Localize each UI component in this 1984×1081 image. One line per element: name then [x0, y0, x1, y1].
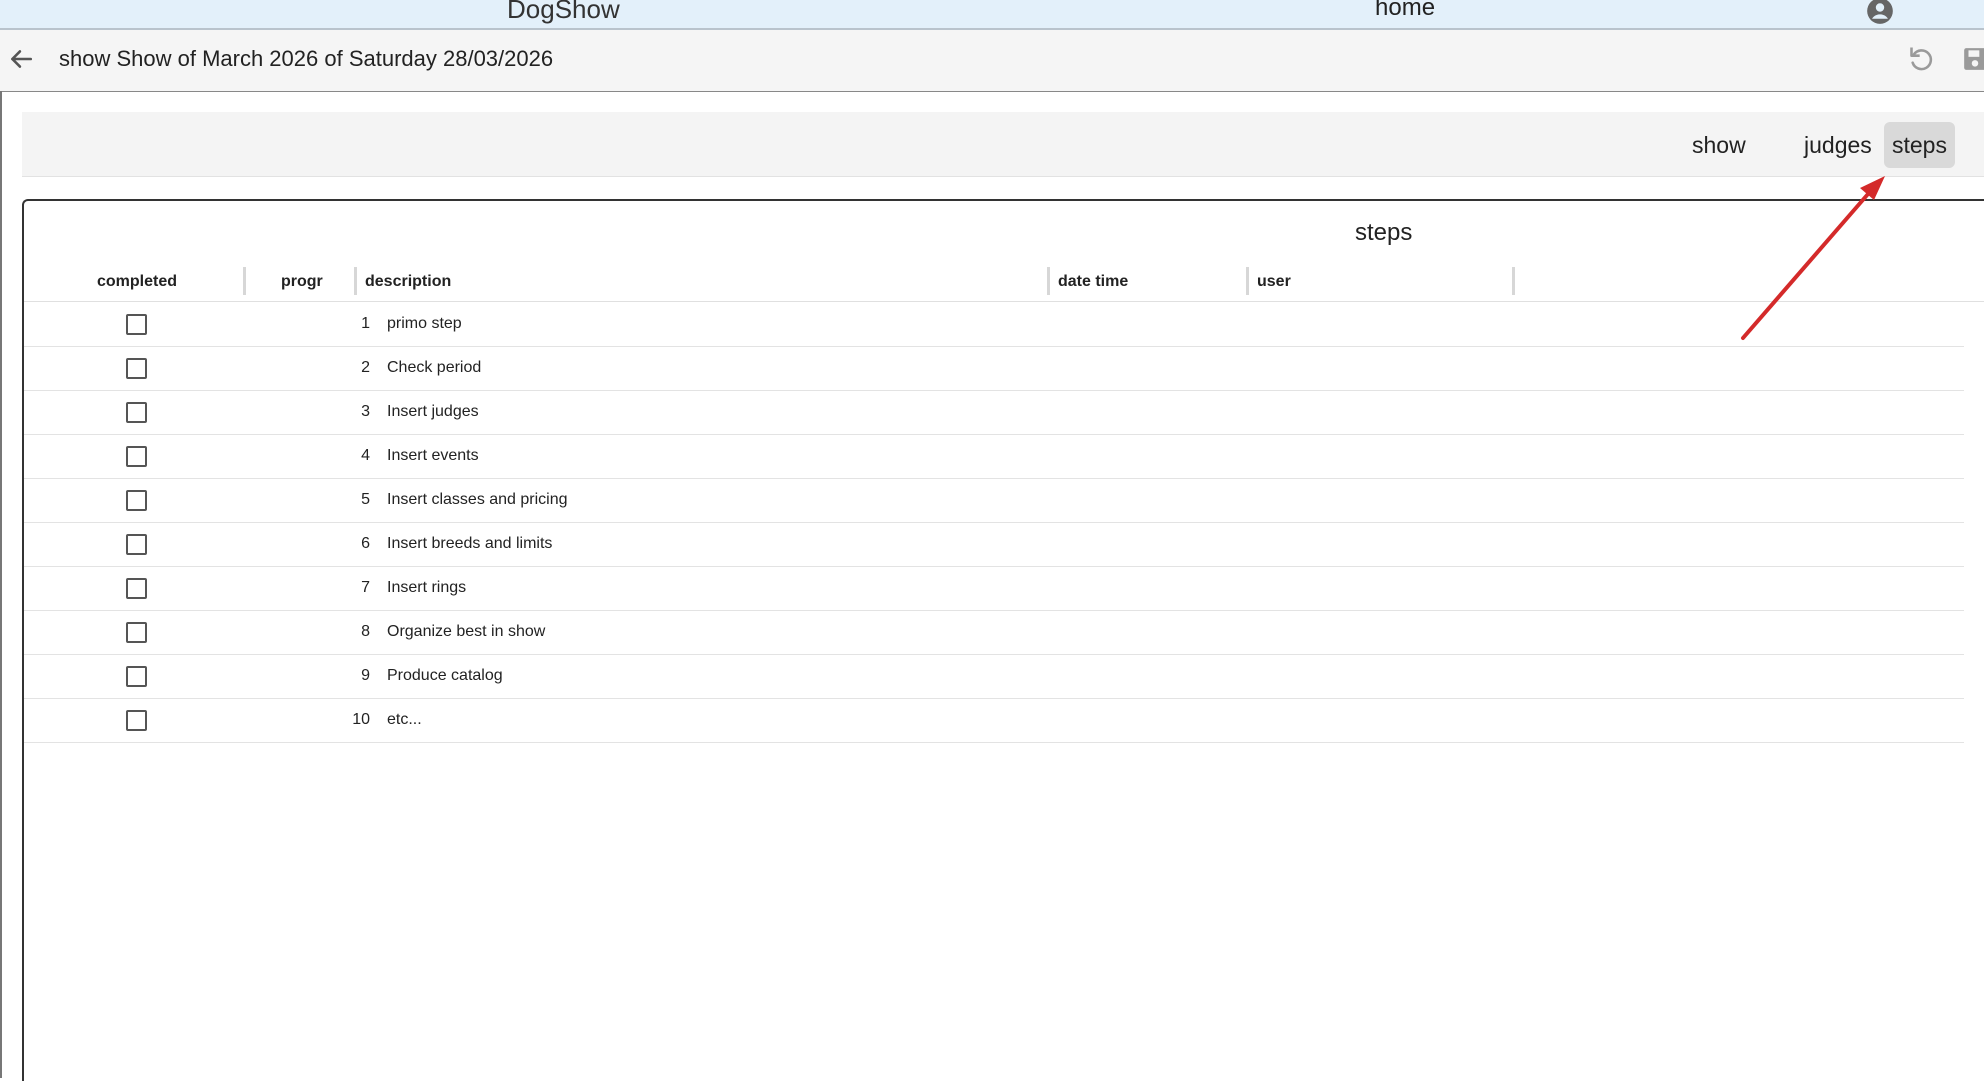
description-cell: etc...	[387, 711, 422, 728]
app-topbar: DogShow home	[0, 0, 1984, 30]
column-header-progr[interactable]: progr	[281, 273, 323, 291]
table-row[interactable]: 4 Insert events	[24, 434, 1964, 479]
column-resize-handle[interactable]	[1047, 267, 1050, 295]
description-cell: Check period	[387, 359, 482, 376]
column-header-user[interactable]: user	[1257, 273, 1291, 291]
tab-show[interactable]: show	[1684, 122, 1754, 168]
description-cell: Insert classes and pricing	[387, 491, 568, 508]
progr-cell: 9	[361, 667, 370, 684]
column-resize-handle[interactable]	[243, 267, 246, 295]
completed-checkbox[interactable]	[126, 446, 147, 467]
table-row[interactable]: 7 Insert rings	[24, 566, 1964, 611]
progr-cell: 7	[361, 579, 370, 596]
table-row[interactable]: 9 Produce catalog	[24, 654, 1964, 699]
column-resize-handle[interactable]	[1512, 267, 1515, 295]
grid-header: completed progr description date time us…	[24, 267, 1984, 302]
home-link[interactable]: home	[1375, 0, 1435, 22]
table-row[interactable]: 2 Check period	[24, 346, 1964, 391]
progr-cell: 5	[361, 491, 370, 508]
column-header-description[interactable]: description	[365, 273, 451, 291]
description-cell: Insert rings	[387, 579, 467, 596]
completed-checkbox[interactable]	[126, 578, 147, 599]
completed-checkbox[interactable]	[126, 622, 147, 643]
completed-checkbox[interactable]	[126, 358, 147, 379]
completed-checkbox[interactable]	[126, 402, 147, 423]
table-row[interactable]: 5 Insert classes and pricing	[24, 478, 1964, 523]
progr-cell: 2	[361, 359, 370, 376]
tab-bar: show judges steps	[22, 112, 1984, 177]
description-cell: Insert breeds and limits	[387, 535, 553, 552]
description-cell: Produce catalog	[387, 667, 503, 684]
column-header-date-time[interactable]: date time	[1058, 273, 1128, 291]
tab-steps[interactable]: steps	[1884, 122, 1955, 168]
save-icon[interactable]	[1962, 46, 1984, 72]
undo-icon[interactable]	[1908, 44, 1936, 72]
table-row[interactable]: 3 Insert judges	[24, 390, 1964, 435]
account-circle-icon[interactable]	[1866, 0, 1894, 25]
column-header-completed[interactable]: completed	[97, 273, 177, 291]
table-row[interactable]: 6 Insert breeds and limits	[24, 522, 1964, 567]
steps-panel: steps completed progr description date t…	[22, 199, 1984, 1081]
panel-title: steps	[1355, 219, 1413, 246]
progr-cell: 10	[352, 711, 370, 728]
description-cell: Insert judges	[387, 403, 479, 420]
progr-cell: 4	[361, 447, 370, 464]
page-header: show Show of March 2026 of Saturday 28/0…	[0, 30, 1984, 92]
progr-cell: 1	[361, 315, 370, 332]
completed-checkbox[interactable]	[126, 490, 147, 511]
column-resize-handle[interactable]	[1246, 267, 1249, 295]
completed-checkbox[interactable]	[126, 710, 147, 731]
table-row[interactable]: 8 Organize best in show	[24, 610, 1964, 655]
completed-checkbox[interactable]	[126, 534, 147, 555]
description-cell: Insert events	[387, 447, 479, 464]
completed-checkbox[interactable]	[126, 666, 147, 687]
app-title: DogShow	[507, 0, 620, 24]
page-title: show Show of March 2026 of Saturday 28/0…	[59, 46, 554, 71]
arrow-left-icon[interactable]	[8, 46, 34, 72]
table-row[interactable]: 10 etc...	[24, 698, 1964, 743]
table-row[interactable]: 1 primo step	[24, 302, 1964, 347]
description-cell: primo step	[387, 315, 462, 332]
tab-judges[interactable]: judges	[1796, 122, 1880, 168]
progr-cell: 8	[361, 623, 370, 640]
completed-checkbox[interactable]	[126, 314, 147, 335]
column-resize-handle[interactable]	[354, 267, 357, 295]
progr-cell: 3	[361, 403, 370, 420]
description-cell: Organize best in show	[387, 623, 546, 640]
progr-cell: 6	[361, 535, 370, 552]
main-content: show judges steps steps completed progr …	[0, 91, 1984, 1081]
